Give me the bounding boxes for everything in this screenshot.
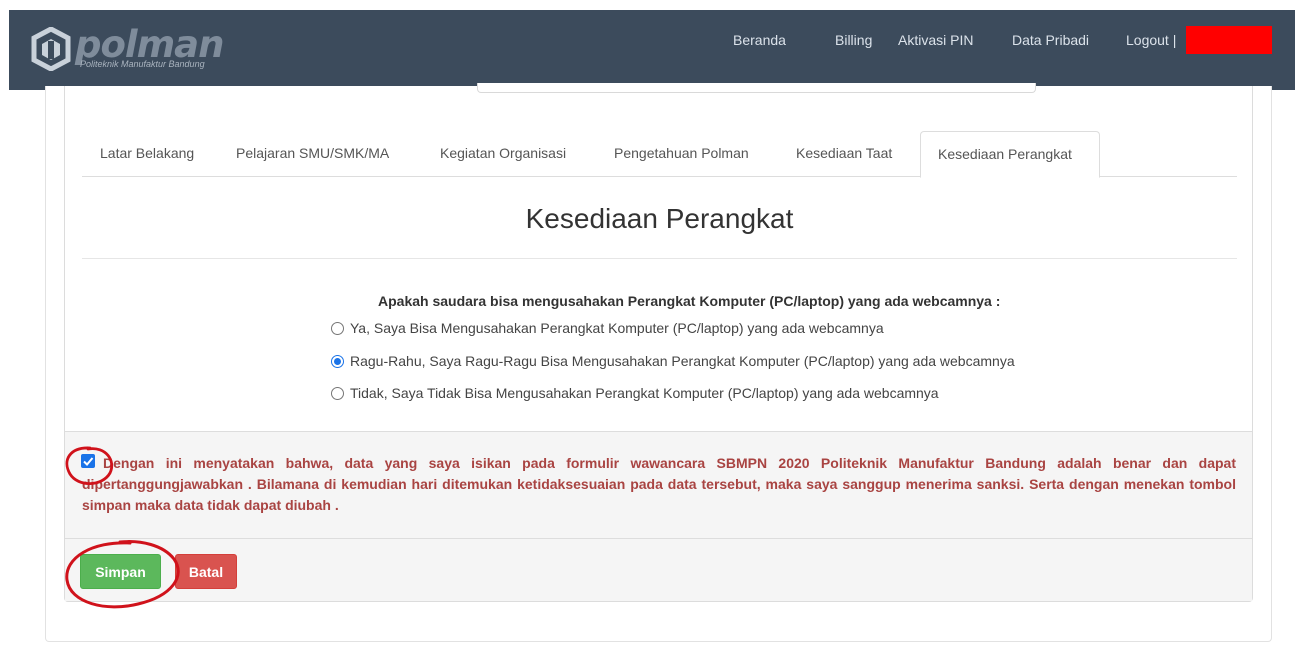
tab-kesediaan-perangkat[interactable]: Kesediaan Perangkat xyxy=(920,131,1100,178)
save-button[interactable]: Simpan xyxy=(80,554,161,589)
tab-kesediaan-taat[interactable]: Kesediaan Taat xyxy=(796,145,892,161)
redacted-username xyxy=(1186,26,1272,54)
nav-billing[interactable]: Billing xyxy=(835,32,872,48)
cancel-button[interactable]: Batal xyxy=(175,554,237,589)
section-divider xyxy=(82,258,1237,259)
section-title: Kesediaan Perangkat xyxy=(525,203,794,234)
tab-pelajaran[interactable]: Pelajaran SMU/SMK/MA xyxy=(236,145,389,161)
radio-option-label: Ragu-Rahu, Saya Ragu-Ragu Bisa Mengusaha… xyxy=(350,353,1015,369)
tab-kegiatan-organisasi[interactable]: Kegiatan Organisasi xyxy=(440,145,566,161)
top-navbar: polman Politeknik Manufaktur Bandung Ber… xyxy=(9,10,1295,90)
question-text: Apakah saudara bisa mengusahakan Perangk… xyxy=(378,293,1001,309)
polman-logo[interactable]: polman Politeknik Manufaktur Bandung xyxy=(31,23,271,77)
nav-beranda[interactable]: Beranda xyxy=(733,32,786,48)
page: polman Politeknik Manufaktur Bandung Ber… xyxy=(0,0,1313,668)
tab-kesediaan-perangkat-label: Kesediaan Perangkat xyxy=(938,146,1072,162)
radio-option-label: Tidak, Saya Tidak Bisa Mengusahakan Pera… xyxy=(350,385,939,401)
agreement-statement: Dengan ini menyatakan bahwa, data yang s… xyxy=(82,455,1236,513)
nav-logout[interactable]: Logout | xyxy=(1126,32,1176,48)
top-bar-edge xyxy=(477,83,1036,93)
tab-pengetahuan-polman[interactable]: Pengetahuan Polman xyxy=(614,145,749,161)
nav-data-pribadi[interactable]: Data Pribadi xyxy=(1012,32,1089,48)
agreement-checkbox[interactable] xyxy=(81,454,95,468)
footer-divider-top xyxy=(65,431,1252,432)
tab-bar: Latar Belakang Pelajaran SMU/SMK/MA Kegi… xyxy=(82,131,1237,178)
footer-divider-bottom xyxy=(65,538,1252,539)
tab-latar-belakang[interactable]: Latar Belakang xyxy=(100,145,194,161)
radio-button[interactable] xyxy=(331,322,344,335)
nav-aktivasi-pin[interactable]: Aktivasi PIN xyxy=(898,32,973,48)
logo-subtitle: Politeknik Manufaktur Bandung xyxy=(80,59,205,69)
radio-option-label: Ya, Saya Bisa Mengusahakan Perangkat Kom… xyxy=(350,320,884,336)
polman-logo-icon xyxy=(31,27,71,71)
radio-button-selected[interactable] xyxy=(331,355,344,368)
radio-button[interactable] xyxy=(331,387,344,400)
checkmark-icon xyxy=(83,457,94,466)
